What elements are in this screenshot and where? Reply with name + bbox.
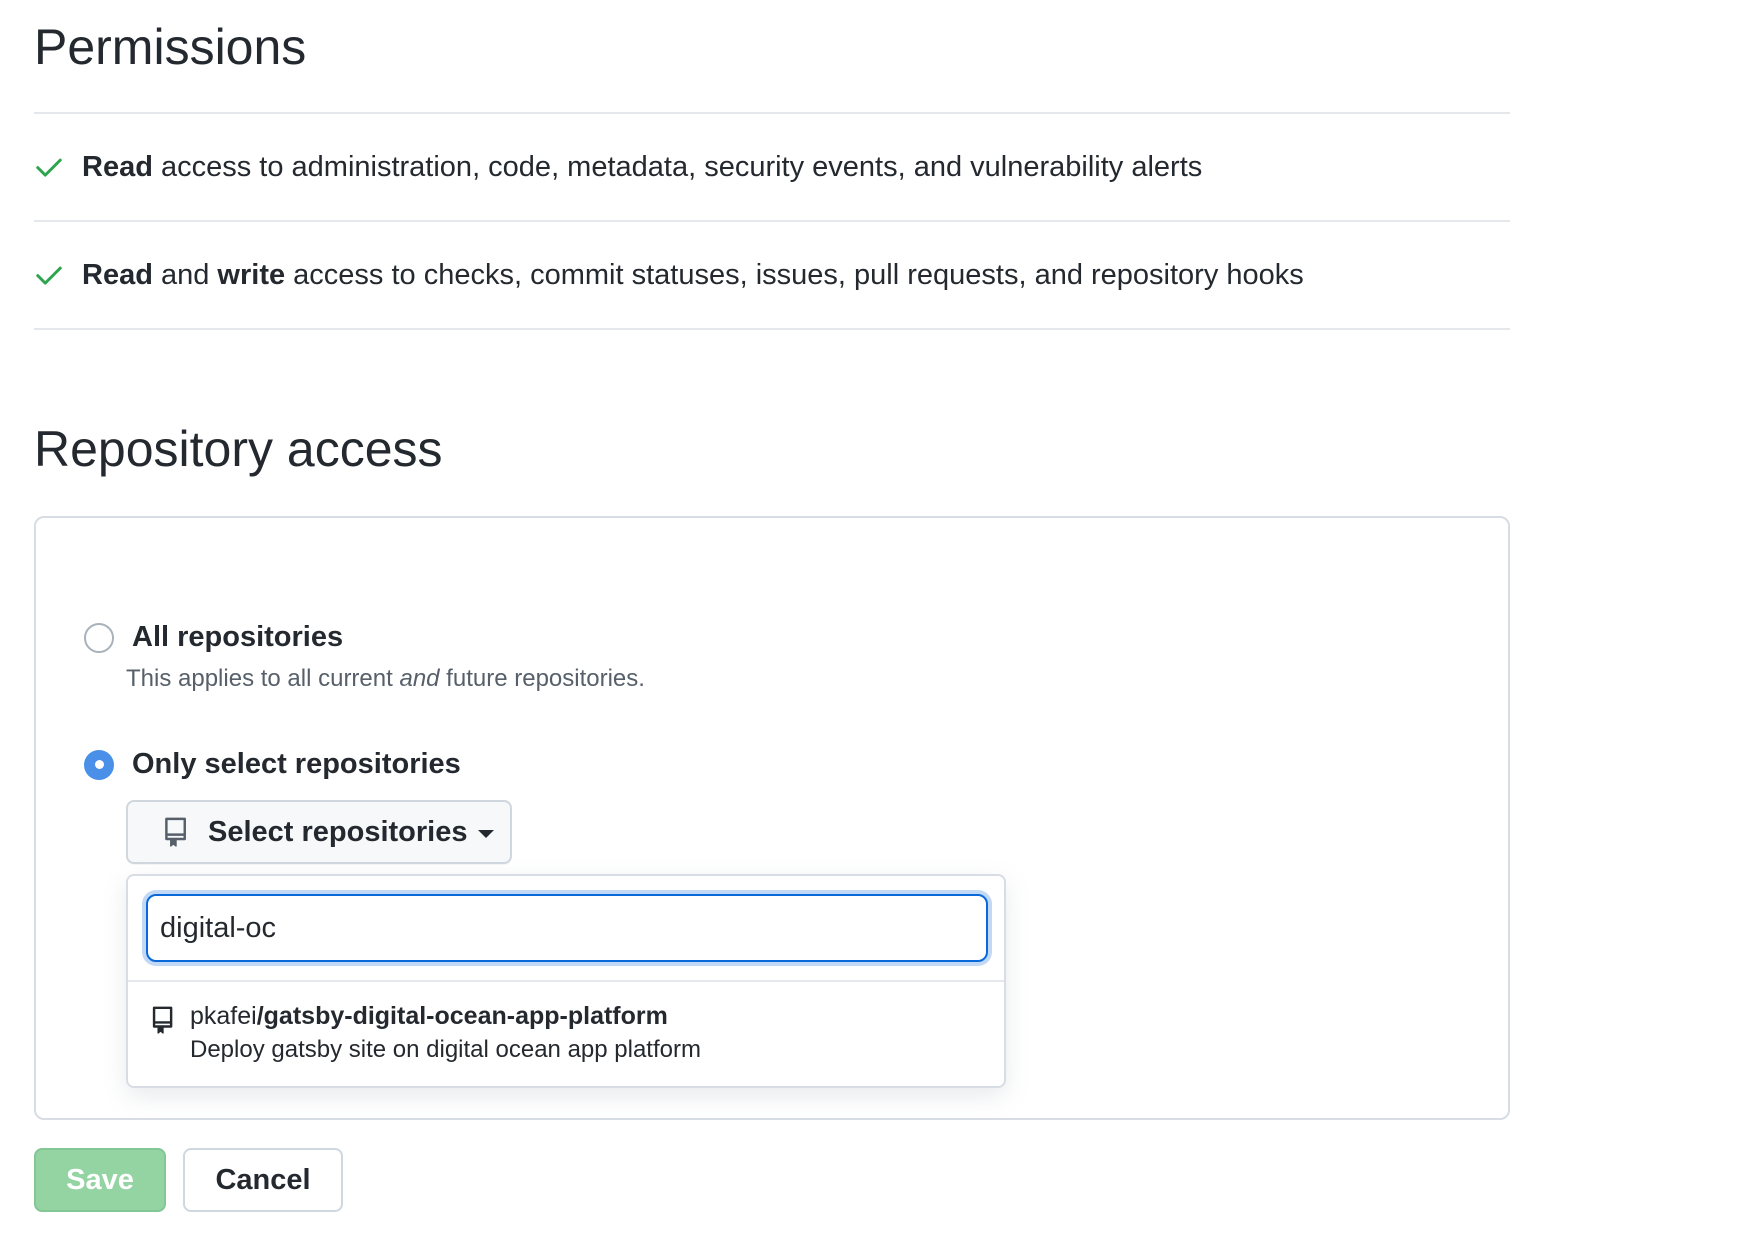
radio-all-repositories[interactable]: All repositories [84, 621, 343, 654]
check-icon [34, 260, 82, 290]
repository-result-item[interactable]: pkafei/gatsby-digital-ocean-app-platform… [150, 1000, 984, 1068]
select-repositories-label: Select repositories [208, 815, 468, 848]
permission-item: Read access to administration, code, met… [34, 114, 1510, 222]
repository-select-dropdown: pkafei/gatsby-digital-ocean-app-platform… [126, 874, 1006, 1088]
permissions-list: Read access to administration, code, met… [34, 112, 1510, 330]
radio-only-select-repositories[interactable]: Only select repositories [84, 748, 461, 781]
check-icon [34, 152, 82, 182]
radio-all-repositories-label[interactable]: All repositories [132, 621, 343, 654]
radio-only-select-repositories-label[interactable]: Only select repositories [132, 748, 461, 781]
repository-result-texts: pkafei/gatsby-digital-ocean-app-platform… [190, 1000, 701, 1068]
save-button[interactable]: Save [34, 1148, 166, 1212]
select-repositories-button[interactable]: Select repositories [126, 800, 512, 864]
repository-result-description: Deploy gatsby site on digital ocean app … [190, 1036, 701, 1063]
radio-only-select-repositories-circle[interactable] [84, 749, 114, 780]
all-repositories-description: This applies to all current and future r… [126, 665, 645, 692]
repo-icon [152, 1006, 173, 1034]
repository-access-title: Repository access [34, 421, 443, 477]
repository-result-name: pkafei/gatsby-digital-ocean-app-platform [190, 1002, 668, 1030]
radio-all-repositories-circle[interactable] [84, 622, 114, 653]
permission-item: Read and write access to checks, commit … [34, 222, 1510, 330]
repo-icon [165, 817, 186, 847]
repository-search-wrap [128, 876, 1004, 982]
permissions-title: Permissions [34, 19, 307, 75]
repository-search-input[interactable] [146, 894, 988, 962]
repository-access-box: All repositories This applies to all cur… [34, 516, 1510, 1120]
permission-text: Read access to administration, code, met… [82, 150, 1203, 183]
permission-text: Read and write access to checks, commit … [82, 258, 1304, 291]
cancel-button[interactable]: Cancel [183, 1148, 343, 1212]
page: Permissions Read access to administratio… [0, 0, 1742, 1252]
caret-down-icon [477, 829, 494, 838]
